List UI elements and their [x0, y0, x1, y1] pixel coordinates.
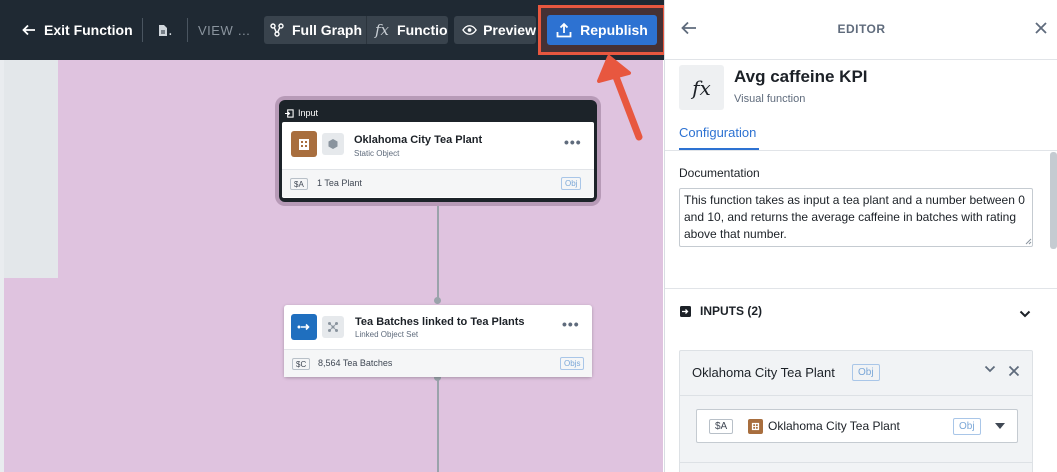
object-type-tag: Obj: [953, 418, 981, 435]
resize-handle-icon[interactable]: [1025, 238, 1032, 245]
graph-branch-icon: [270, 23, 284, 37]
input-icon: [285, 108, 294, 118]
linked-object-set-node[interactable]: Tea Batches linked to Tea Plants Linked …: [284, 305, 592, 377]
graph-nodes-icon: [322, 316, 344, 338]
variable-tag: $C: [292, 358, 311, 370]
edge-connector: [437, 378, 439, 472]
preview-button[interactable]: Preview: [454, 16, 536, 44]
full-graph-button[interactable]: Full Graph: [270, 16, 362, 44]
building-icon: [748, 419, 763, 434]
input-icon: [680, 305, 691, 317]
input-card-divider: [680, 395, 1032, 396]
input-node-header: Input: [285, 106, 591, 120]
annotation-arrow-icon: [597, 55, 643, 141]
chevron-down-icon[interactable]: [1019, 310, 1031, 318]
close-icon[interactable]: [1034, 21, 1048, 35]
document-icon: [159, 24, 167, 36]
eye-icon: [462, 25, 477, 35]
toolbar-divider: [142, 18, 143, 42]
toolbar-divider: [187, 18, 188, 42]
variable-tag: $A: [290, 178, 308, 190]
function-label: Functio: [397, 22, 448, 38]
republish-label: Republish: [580, 22, 648, 38]
link-arrow-icon: [291, 314, 317, 340]
input-node-body: Oklahoma City Tea Plant Static Object ••…: [282, 122, 594, 198]
documentation-label: Documentation: [679, 166, 760, 180]
edge-connector: [437, 202, 439, 302]
object-type-tag: Obj: [852, 364, 880, 381]
object-set-tag: Objs: [560, 357, 585, 370]
tab-configuration[interactable]: Configuration: [679, 125, 756, 140]
selected-object-name: Oklahoma City Tea Plant: [768, 419, 900, 433]
section-divider: [665, 288, 1057, 289]
remove-input-icon[interactable]: [1008, 365, 1020, 377]
more-menu-icon[interactable]: •••: [564, 134, 582, 150]
more-menu-icon[interactable]: •••: [562, 316, 580, 332]
linked-node-subtitle: Linked Object Set: [355, 330, 419, 339]
object-type-tag: Obj: [561, 177, 582, 190]
input-object-select[interactable]: $A Oklahoma City Tea Plant Obj: [696, 409, 1018, 443]
editor-panel: EDITOR fx Avg caffeine KPI Visual functi…: [664, 0, 1057, 472]
upload-icon: [556, 22, 572, 38]
input-node-count: 1 Tea Plant: [317, 178, 362, 188]
function-fx-icon: fx: [679, 65, 724, 110]
cube-icon: [322, 133, 344, 155]
documentation-textarea[interactable]: This function takes as input a tea plant…: [679, 188, 1033, 247]
chevron-down-icon[interactable]: [984, 365, 996, 373]
function-name: Avg caffeine KPI: [734, 67, 868, 86]
function-button[interactable]: fx Functio: [366, 16, 448, 44]
editor-scrollbar[interactable]: [1050, 152, 1057, 249]
input-card: Oklahoma City Tea Plant Obj $A Oklahoma …: [679, 350, 1033, 472]
exit-function-button[interactable]: Exit Function: [22, 16, 140, 44]
input-card: [679, 462, 1033, 472]
full-graph-label: Full Graph: [292, 22, 362, 38]
preview-label: Preview: [483, 22, 536, 38]
republish-button[interactable]: Republish: [547, 15, 657, 45]
input-node-title: Oklahoma City Tea Plant: [354, 134, 483, 146]
document-button[interactable]: ․: [158, 16, 182, 44]
input-node[interactable]: Input Oklahoma City Tea Plant Static Obj…: [279, 100, 597, 202]
linked-node-footer: $C 8,564 Tea Batches Objs: [284, 349, 592, 377]
caret-down-icon[interactable]: [995, 423, 1005, 429]
arrow-left-icon: [22, 24, 35, 36]
canvas-minimap-strip: [4, 50, 58, 278]
linked-node-title: Tea Batches linked to Tea Plants: [355, 316, 525, 328]
inputs-section-header[interactable]: INPUTS (2): [679, 304, 762, 318]
editor-header: EDITOR: [665, 0, 1057, 60]
variable-tag: $A: [709, 419, 734, 434]
document-label: ․: [168, 21, 173, 38]
linked-node-count: 8,564 Tea Batches: [318, 358, 393, 368]
tab-divider: [665, 150, 1057, 151]
function-kind: Visual function: [734, 93, 806, 105]
input-name: Oklahoma City Tea Plant: [692, 365, 835, 380]
view-menu[interactable]: VIEW …: [198, 16, 252, 44]
inputs-section-label: INPUTS (2): [700, 304, 763, 318]
building-icon: [291, 131, 317, 157]
input-node-header-label: Input: [298, 108, 319, 118]
editor-title: EDITOR: [837, 22, 886, 36]
app-window: Input Oklahoma City Tea Plant Static Obj…: [0, 0, 1057, 472]
exit-function-label: Exit Function: [44, 22, 133, 38]
input-node-subtitle: Static Object: [354, 149, 400, 158]
function-fx-icon: fx: [375, 21, 390, 39]
input-node-footer: $A 1 Tea Plant Obj: [282, 169, 594, 197]
edge-port: [434, 297, 441, 304]
